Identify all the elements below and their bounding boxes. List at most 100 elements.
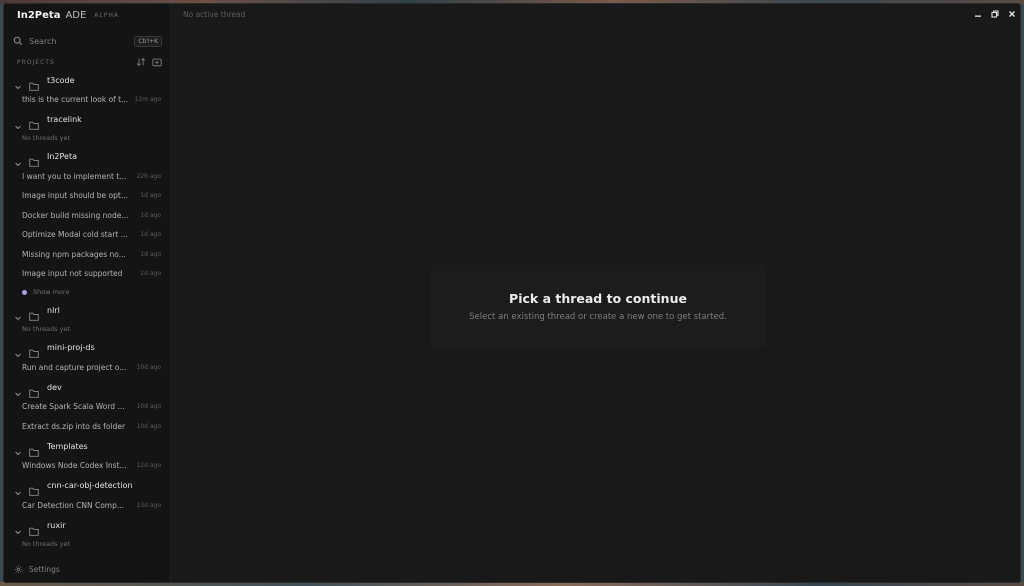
thread-item[interactable]: Missing npm packages no... 1d ago: [4, 245, 170, 265]
thread-status: No active thread: [183, 9, 246, 19]
thread-item[interactable]: Docker build missing node... 1d ago: [4, 206, 170, 226]
thread-title: Optimize Modal cold start ...: [22, 230, 128, 240]
titlebar: No active thread: [171, 4, 1020, 24]
folder-icon: [29, 481, 39, 496]
chevron-down-icon[interactable]: [14, 344, 22, 357]
project-item[interactable]: cnn-car-obj-detection: [4, 476, 170, 496]
thread-item[interactable]: Car Detection CNN Comp... 13d ago: [4, 496, 170, 516]
app-window: In2Peta ADE ALPHA Search Ctrl+K PROJECTS…: [3, 3, 1021, 583]
thread-title: Run and capture project o...: [22, 362, 127, 372]
empty-state-title: Pick a thread to continue: [509, 290, 687, 306]
thread-timestamp: 1d ago: [140, 211, 161, 219]
minimize-icon: [974, 15, 981, 17]
thread-timestamp: 1d ago: [140, 192, 161, 200]
thread-item[interactable]: this is the current look of t... 12m ago: [4, 90, 170, 110]
gear-icon: [14, 565, 23, 573]
chevron-down-icon[interactable]: [14, 521, 22, 535]
folder-icon: [29, 343, 39, 358]
close-button[interactable]: [1003, 6, 1020, 23]
empty-state: Pick a thread to continue Select an exis…: [430, 265, 766, 347]
folder-icon: [29, 115, 39, 130]
project-item[interactable]: In2Peta: [4, 147, 170, 167]
folder-icon: [29, 383, 39, 398]
thread-item[interactable]: Image input should be opt... 1d ago: [4, 186, 170, 206]
project-name: tracelink: [47, 115, 82, 124]
folder-icon: [29, 442, 39, 457]
search-button[interactable]: Search Ctrl+K: [13, 33, 162, 49]
app-name: In2Peta: [17, 9, 61, 21]
project-item[interactable]: tracelink: [4, 110, 170, 130]
show-more-dot-icon: [22, 289, 27, 295]
chevron-down-icon[interactable]: [14, 116, 22, 129]
thread-timestamp: 1d ago: [140, 250, 161, 258]
project-item[interactable]: mini-proj-ds: [4, 338, 170, 358]
project-item[interactable]: t3code: [4, 70, 170, 91]
chevron-down-icon[interactable]: [14, 307, 22, 320]
thread-item[interactable]: Optimize Modal cold start ... 1d ago: [4, 225, 170, 245]
project-name: nlrl: [47, 306, 60, 315]
project-name: ruxir: [47, 520, 66, 530]
project-name: cnn-car-obj-detection: [47, 481, 133, 490]
folder-icon: [29, 76, 39, 91]
thread-item[interactable]: I want you to implement t... 22h ago: [4, 167, 170, 187]
project-name: Templates: [47, 441, 88, 451]
thread-timestamp: 12d ago: [136, 462, 161, 470]
thread-title: this is the current look of t...: [22, 95, 129, 105]
brand: In2Peta ADE ALPHA: [4, 4, 170, 26]
restore-button[interactable]: [986, 6, 1003, 23]
thread-timestamp: 10d ago: [136, 422, 161, 430]
thread-title: Image input should be opt...: [22, 191, 128, 201]
thread-item[interactable]: Create Spark Scala Word ... 10d ago: [4, 397, 170, 417]
show-more-label: Show more: [33, 288, 70, 296]
thread-title: I want you to implement t...: [22, 171, 127, 181]
thread-title: Extract ds.zip into ds folder: [22, 421, 126, 431]
minimize-button[interactable]: [969, 6, 986, 23]
thread-title: Docker build missing node...: [22, 210, 129, 220]
chevron-down-icon[interactable]: [14, 442, 22, 456]
project-name: In2Peta: [47, 152, 78, 161]
chevron-down-icon[interactable]: [14, 153, 22, 166]
show-more-button[interactable]: Show more: [4, 284, 170, 301]
project-item[interactable]: Templates: [4, 436, 170, 457]
folder-icon: [29, 306, 39, 321]
close-icon: [1008, 11, 1015, 17]
folder-icon: [29, 521, 39, 536]
search-label: Search: [29, 36, 57, 46]
alpha-badge: ALPHA: [94, 11, 119, 19]
projects-header: PROJECTS: [4, 54, 170, 70]
thread-item[interactable]: Image input not supported 2d ago: [4, 264, 170, 284]
project-name: mini-proj-ds: [47, 343, 95, 352]
no-threads-label: No threads yet: [22, 325, 71, 333]
no-threads-label: No threads yet: [22, 539, 71, 548]
settings-button[interactable]: Settings: [4, 556, 170, 582]
thread-item[interactable]: Extract ds.zip into ds folder 10d ago: [4, 417, 170, 437]
thread-item[interactable]: Windows Node Codex Inst... 12d ago: [4, 456, 170, 476]
thread-timestamp: 10d ago: [136, 403, 161, 411]
thread-title: Windows Node Codex Inst...: [22, 461, 127, 471]
thread-timestamp: 22h ago: [136, 172, 161, 180]
chevron-down-icon[interactable]: [14, 482, 22, 495]
thread-timestamp: 12m ago: [134, 96, 161, 104]
thread-title: Missing npm packages no...: [22, 249, 126, 259]
project-name: t3code: [47, 75, 75, 85]
sort-icon[interactable]: [136, 57, 146, 67]
settings-label: Settings: [29, 564, 60, 574]
thread-timestamp: 2d ago: [140, 270, 161, 278]
thread-timestamp: 13d ago: [136, 501, 161, 509]
folder-icon: [29, 152, 39, 167]
project-item[interactable]: dev: [4, 377, 170, 398]
app-suffix: ADE: [65, 9, 87, 21]
thread-title: Car Detection CNN Comp...: [22, 500, 125, 510]
thread-item[interactable]: Run and capture project o... 10d ago: [4, 358, 170, 378]
add-project-icon[interactable]: [152, 57, 162, 67]
projects-label: PROJECTS: [17, 58, 55, 66]
thread-timestamp: 1d ago: [140, 231, 161, 239]
project-item[interactable]: ruxir: [4, 515, 170, 536]
restore-icon: [990, 10, 999, 18]
no-threads-label: No threads yet: [22, 134, 71, 142]
chevron-down-icon[interactable]: [14, 76, 22, 90]
chevron-down-icon[interactable]: [14, 383, 22, 397]
empty-state-subtitle: Select an existing thread or create a ne…: [469, 311, 727, 322]
project-list: t3code this is the current look of t... 12…: [4, 70, 170, 582]
project-item[interactable]: nlrl: [4, 301, 170, 321]
